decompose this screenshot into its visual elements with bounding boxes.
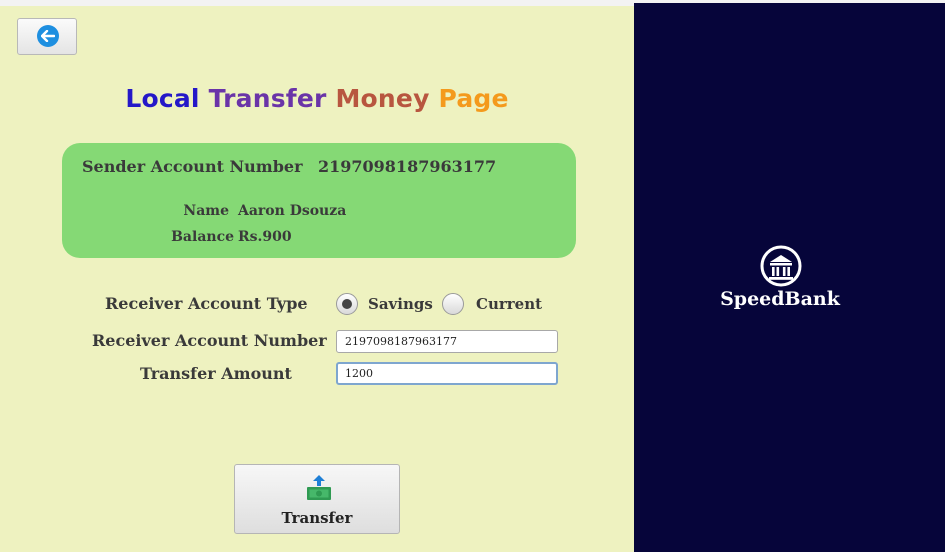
sender-account-label: Sender Account Number xyxy=(82,157,303,176)
receiver-account-number-label: Receiver Account Number xyxy=(92,331,327,350)
money-transfer-icon xyxy=(305,473,333,501)
receiver-account-type-label: Receiver Account Type xyxy=(105,294,308,313)
page-title: Local Transfer Money Page xyxy=(0,84,634,113)
title-word-transfer: Transfer xyxy=(208,84,327,113)
transfer-form-panel: Local Transfer Money Page Sender Account… xyxy=(0,6,634,552)
title-word-money: Money xyxy=(335,84,430,113)
sender-balance-value: Rs.900 xyxy=(238,229,292,245)
receiver-account-number-input[interactable]: 2197098187963177 xyxy=(336,330,558,353)
sender-balance-label: Balance xyxy=(171,229,234,245)
transfer-amount-input[interactable]: 1200 xyxy=(336,362,558,385)
sender-account-number: 2197098187963177 xyxy=(318,157,497,176)
radio-current-label[interactable]: Current xyxy=(476,295,542,313)
sender-name-label: Name xyxy=(183,203,229,219)
radio-savings-label[interactable]: Savings xyxy=(368,295,433,313)
transfer-amount-label: Transfer Amount xyxy=(140,364,292,383)
back-button[interactable] xyxy=(17,18,77,55)
radio-current[interactable] xyxy=(442,293,464,315)
title-word-local: Local xyxy=(125,84,200,113)
title-word-page: Page xyxy=(438,84,509,113)
arrow-left-icon xyxy=(37,25,59,47)
sender-name-value: Aaron Dsouza xyxy=(238,203,347,219)
transfer-button[interactable]: Transfer xyxy=(234,464,400,534)
radio-selected-dot xyxy=(342,299,352,309)
sender-info-card: Sender Account Number 2197098187963177 N… xyxy=(62,143,576,258)
transfer-button-label: Transfer xyxy=(281,509,353,527)
radio-savings[interactable] xyxy=(336,293,358,315)
bank-building-icon xyxy=(760,245,802,287)
brand-name: SpeedBank xyxy=(720,288,840,310)
